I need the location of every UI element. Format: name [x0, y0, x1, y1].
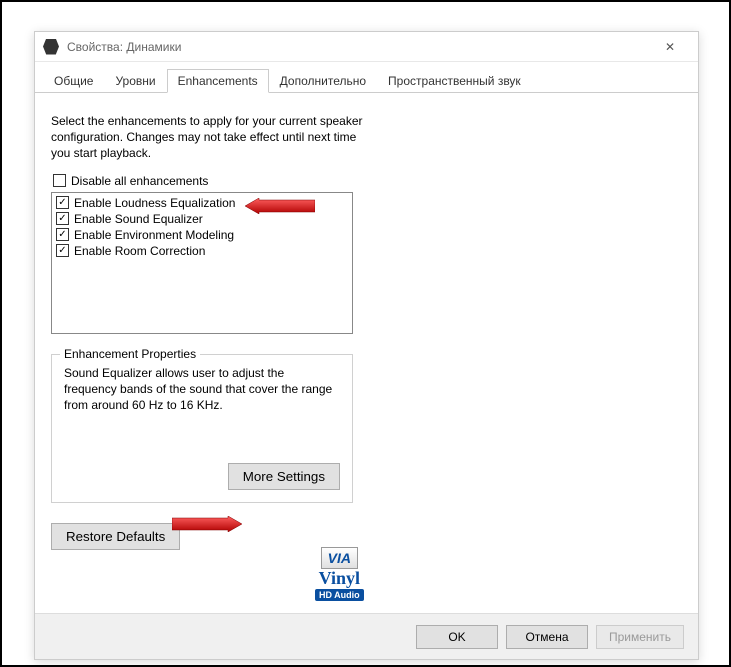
enhancements-list[interactable]: Enable Loudness Equalization Enable Soun… — [51, 192, 353, 334]
tab-advanced[interactable]: Дополнительно — [269, 69, 377, 93]
enhancement-properties-group: Enhancement Properties Sound Equalizer a… — [51, 354, 353, 504]
hd-audio-badge: HD Audio — [315, 589, 364, 601]
tab-content: Select the enhancements to apply for you… — [35, 93, 698, 562]
properties-dialog: Свойства: Динамики ✕ Общие Уровни Enhanc… — [34, 31, 699, 660]
dialog-footer: OK Отмена Применить — [35, 613, 698, 659]
via-vinyl-logo: VIA Vinyl HD Audio — [315, 547, 364, 601]
disable-all-checkbox[interactable] — [53, 174, 66, 187]
list-item-label: Enable Room Correction — [74, 244, 205, 258]
titlebar: Свойства: Динамики ✕ — [35, 32, 698, 62]
checkbox-equalizer[interactable] — [56, 212, 69, 225]
tab-levels[interactable]: Уровни — [104, 69, 166, 93]
close-button[interactable]: ✕ — [650, 33, 690, 61]
tab-strip: Общие Уровни Enhancements Дополнительно … — [35, 62, 698, 93]
checkbox-room[interactable] — [56, 244, 69, 257]
more-settings-button[interactable]: More Settings — [228, 463, 340, 490]
tab-spatial[interactable]: Пространственный звук — [377, 69, 532, 93]
disable-all-checkbox-row[interactable]: Disable all enhancements — [51, 174, 682, 188]
tab-general[interactable]: Общие — [43, 69, 104, 93]
list-item-label: Enable Loudness Equalization — [74, 196, 235, 210]
properties-text: Sound Equalizer allows user to adjust th… — [64, 365, 340, 414]
properties-legend: Enhancement Properties — [60, 347, 200, 361]
window-title: Свойства: Динамики — [67, 40, 650, 54]
list-item-label: Enable Environment Modeling — [74, 228, 234, 242]
list-item[interactable]: Enable Loudness Equalization — [56, 195, 348, 211]
apply-button[interactable]: Применить — [596, 625, 684, 649]
checkbox-loudness[interactable] — [56, 196, 69, 209]
disable-all-label: Disable all enhancements — [71, 174, 208, 188]
list-item[interactable]: Enable Room Correction — [56, 243, 348, 259]
speaker-icon — [43, 39, 59, 55]
checkbox-environment[interactable] — [56, 228, 69, 241]
description-text: Select the enhancements to apply for you… — [51, 113, 371, 162]
list-item[interactable]: Enable Environment Modeling — [56, 227, 348, 243]
via-brand: VIA — [321, 547, 358, 569]
ok-button[interactable]: OK — [416, 625, 498, 649]
cancel-button[interactable]: Отмена — [506, 625, 588, 649]
tab-enhancements[interactable]: Enhancements — [167, 69, 269, 93]
list-item[interactable]: Enable Sound Equalizer — [56, 211, 348, 227]
list-item-label: Enable Sound Equalizer — [74, 212, 203, 226]
vinyl-text: Vinyl — [315, 569, 364, 587]
restore-defaults-button[interactable]: Restore Defaults — [51, 523, 180, 550]
